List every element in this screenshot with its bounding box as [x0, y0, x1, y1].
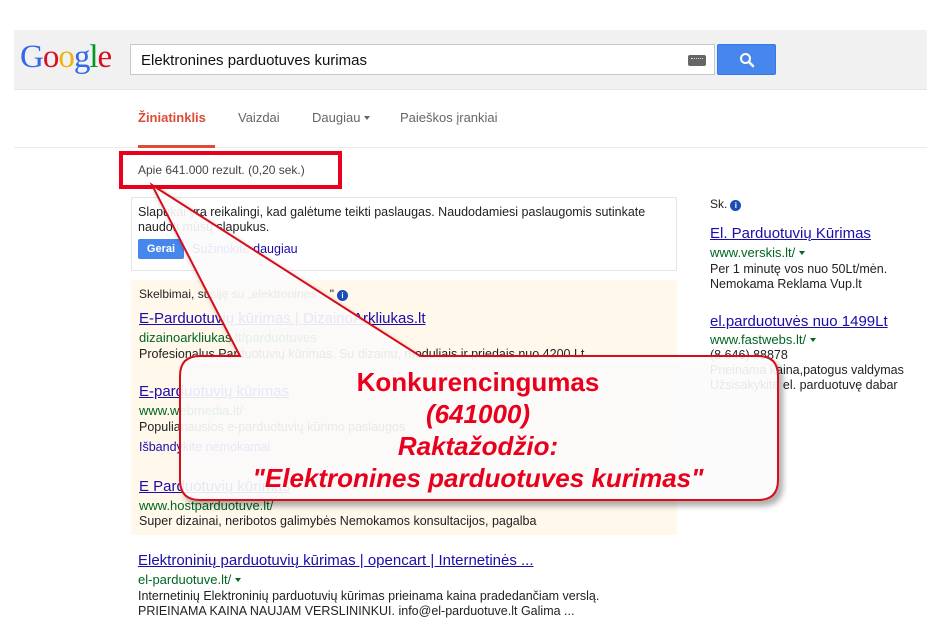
result-title-link[interactable]: Elektroninių parduotuvių kūrimas | openc… — [138, 552, 534, 569]
right-ad-description: Per 1 minutę vos nuo 50Lt/mėn. — [710, 262, 888, 276]
info-icon[interactable]: i — [337, 290, 349, 301]
result-snippet: PRIEINAMA KAINA NAUJAM VERSLININKUI. inf… — [138, 604, 575, 618]
tab-web[interactable]: Žiniatinklis — [138, 110, 206, 125]
logo-letter: o — [42, 39, 59, 75]
caret-down-icon — [364, 116, 371, 120]
logo-letter: e — [97, 39, 113, 75]
right-ads-label: Sk. i — [710, 197, 742, 211]
cookie-learn-more-link[interactable]: Sužinokite daugiau — [192, 242, 298, 256]
tab-search-tools[interactable]: Paieškos įrankiai — [400, 110, 498, 125]
search-icon — [740, 53, 755, 68]
ad-description: Super dizainai, neribotos galimybės Nemo… — [139, 514, 537, 528]
cookie-notice: Slapukai yra reikalingi, kad galėtume te… — [131, 197, 677, 271]
google-logo[interactable]: Google — [20, 39, 113, 76]
callout-line-count: (641000) — [425, 399, 531, 429]
keyboard-icon[interactable] — [688, 55, 706, 66]
right-ad-title[interactable]: El. Parduotuvių Kūrimas — [710, 225, 871, 242]
cookie-ok-button[interactable]: Gerai — [138, 239, 184, 259]
ad-description: Profesionalus Parduotuvių kūrimas. Su di… — [139, 347, 585, 361]
result-url: el-parduotuve.lt/ — [138, 572, 242, 587]
callout-line-title: Konkurencingumas — [356, 367, 600, 397]
result-snippet: Internetinių Elektroninių parduotuvių kū… — [138, 589, 600, 603]
ad-url: dizainoarkliukas.lt/parduotuves — [139, 330, 317, 345]
right-ads-label-text: Sk. — [710, 197, 728, 211]
search-button[interactable] — [717, 44, 776, 75]
url-options-caret-icon[interactable] — [799, 251, 806, 255]
right-ad-url: www.verskis.lt/ — [710, 245, 806, 260]
logo-letter: g — [73, 39, 90, 75]
right-ad-url-text: www.verskis.lt/ — [710, 245, 796, 260]
callout-text: Konkurencingumas (641000) Raktažodžio: "… — [180, 366, 776, 494]
search-tabs: Žiniatinklis Vaizdai Daugiau Paieškos įr… — [14, 90, 927, 148]
cookie-notice-text: Slapukai yra reikalingi, kad galėtume te… — [138, 205, 646, 234]
logo-letter: G — [20, 39, 44, 75]
search-header: Google Elektronines parduotuves kurimas — [14, 30, 927, 90]
callout-line-keyword: "Elektronines parduotuves kurimas" — [252, 463, 704, 493]
search-input[interactable]: Elektronines parduotuves kurimas — [130, 44, 715, 75]
logo-letter: o — [58, 39, 74, 75]
right-ad-url-text: www.fastwebs.lt/ — [710, 332, 807, 347]
ad-title[interactable]: E-Parduotuvių kūrimas | DizainoArkliukas… — [139, 310, 426, 327]
url-options-caret-icon[interactable] — [810, 338, 817, 342]
url-options-caret-icon[interactable] — [235, 578, 242, 582]
result-url-text: el-parduotuve.lt/ — [138, 572, 232, 587]
ads-label: Skelbimai, susiję su „elektronines ..." i — [139, 287, 349, 301]
right-ad-url: www.fastwebs.lt/ — [710, 332, 817, 347]
callout-line-keyword-label: Raktažodžio: — [397, 431, 559, 461]
ad-url: www.hostparduotuve.lt/ — [139, 498, 274, 513]
info-icon[interactable]: i — [730, 200, 742, 211]
ads-label-text: Skelbimai, susiję su „elektronines ..." — [139, 287, 335, 301]
tab-more[interactable]: Daugiau — [312, 110, 371, 125]
right-ad-description: (8 646) 88878 — [710, 348, 788, 362]
right-ad-description: Nemokama Reklama Vup.lt — [710, 277, 862, 291]
active-tab-indicator — [138, 145, 215, 148]
tab-more-label: Daugiau — [312, 110, 361, 125]
logo-letter: l — [89, 39, 98, 75]
search-query-text: Elektronines parduotuves kurimas — [141, 52, 367, 69]
right-ad-title[interactable]: el.parduotuvės nuo 1499Lt — [710, 313, 888, 330]
stats-highlight-box — [119, 151, 342, 189]
tab-images[interactable]: Vaizdai — [238, 110, 280, 125]
